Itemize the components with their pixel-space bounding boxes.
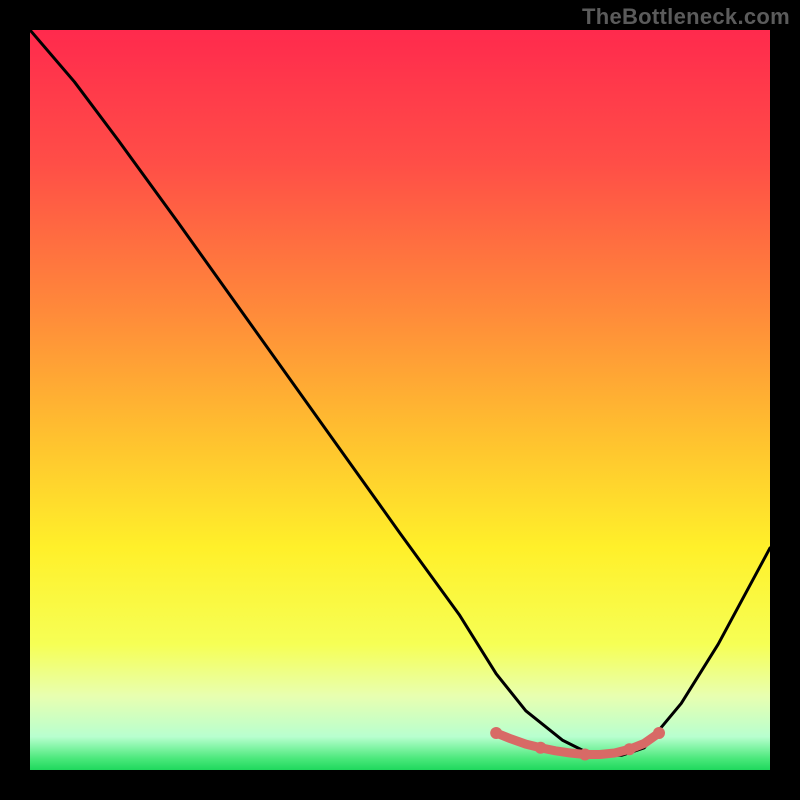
watermark-label: TheBottleneck.com	[582, 4, 790, 30]
optimum-marker-dot	[653, 727, 665, 739]
plot-outer	[30, 30, 770, 770]
chart-frame: TheBottleneck.com	[0, 0, 800, 800]
optimum-marker-dot	[579, 749, 591, 761]
optimum-marker-dot	[490, 727, 502, 739]
curve-layer	[30, 30, 770, 770]
plot-area	[30, 30, 770, 770]
optimum-marker-dot	[535, 742, 547, 754]
bottleneck-curve-path	[30, 30, 770, 755]
optimum-marker-dot	[623, 743, 635, 755]
